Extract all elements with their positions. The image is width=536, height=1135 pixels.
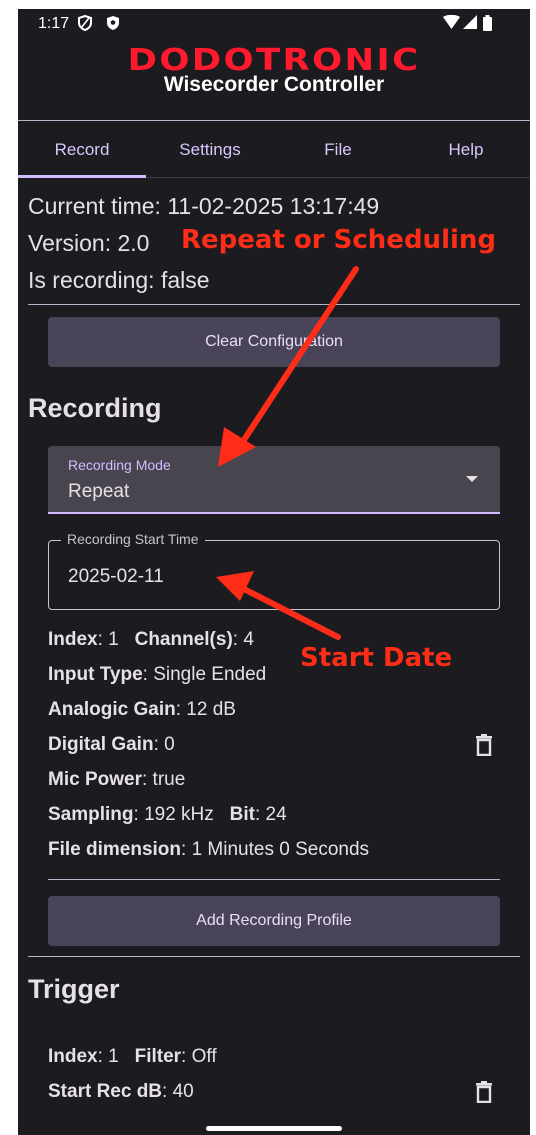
arrow-to-start-time (237, 584, 341, 640)
arrow-to-recording-mode (235, 266, 359, 452)
annotation-arrows (216, 266, 359, 640)
phone-screen: 1:17 DODOTRONIC Wisecorder Controller Re… (18, 9, 530, 1135)
arrow-head-start-time (216, 571, 254, 601)
